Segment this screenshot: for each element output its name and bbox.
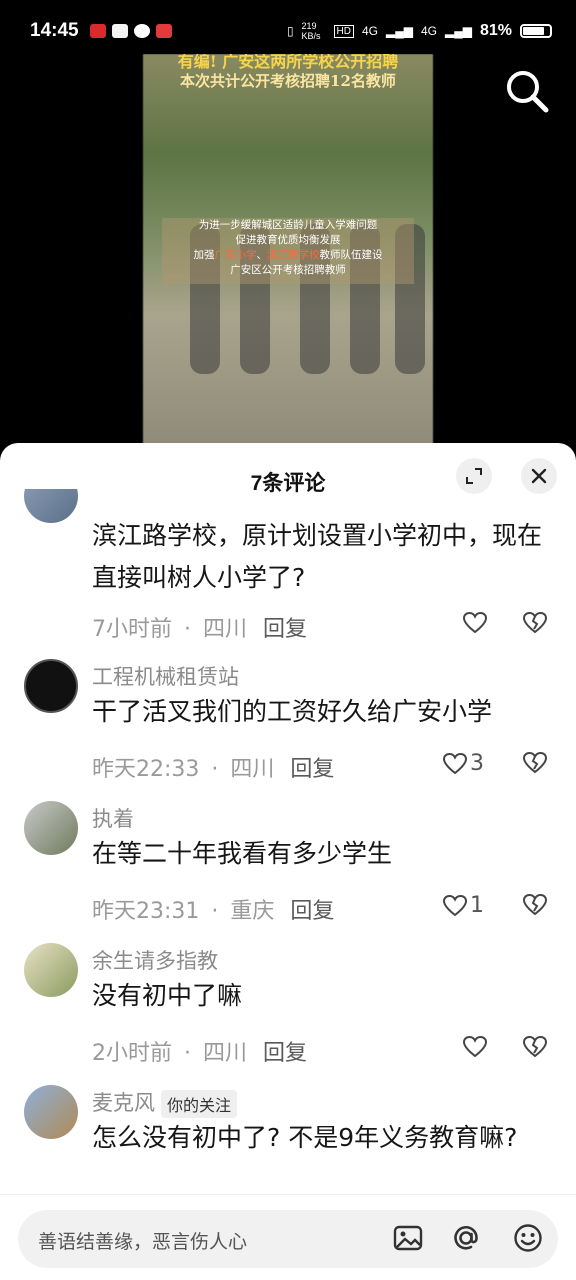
emoji-button[interactable] [512,1222,544,1258]
comment-location: 四川 [203,617,248,642]
avatar[interactable] [24,1085,78,1139]
comment-text: 滨江路学校，原计划设置小学初中，现在直接叫树人小学了? [92,521,543,592]
avatar[interactable] [24,659,78,713]
message-icon [134,24,150,38]
mention-button[interactable] [450,1222,482,1258]
comment-meta: 2小时前 · 四川 回复 [92,1035,307,1067]
signal-icon: ▂▄▆ [386,24,413,38]
broken-heart-icon [522,893,548,916]
caption-line-1: 为进一步缓解城区适龄儿童入学难问题 [198,219,378,231]
search-icon[interactable] [504,68,550,118]
broken-heart-icon [522,611,548,634]
video-player[interactable]: 有编! 广安这两所学校公开招聘 本次共计公开考核招聘12名教师 为进一步缓解城区… [0,54,576,454]
vibrate-icon: ▯ [286,24,294,38]
emoji-icon [514,1224,542,1252]
caption-line-3: 加强广安小学、滨江路学校教师队伍建设 [162,248,414,263]
comment-input-bar: 善语结善缘，恶言伤人心 [0,1194,576,1280]
following-tag: 你的关注 [161,1090,238,1118]
dislike-button[interactable] [522,1035,548,1063]
battery-fill [523,27,545,35]
at-icon [454,1226,478,1250]
reply-button[interactable]: 回复 [290,757,334,782]
heart-icon [462,611,488,634]
app-icon [90,24,106,38]
caption-line-2: 促进教育优质均衡发展 [235,234,341,246]
like-button[interactable]: 3 [442,751,484,776]
broken-heart-icon [522,1035,548,1058]
like-button[interactable] [462,611,488,635]
video-subheadline: 本次共计公开考核招聘12名教师 [180,72,396,90]
dislike-button[interactable] [522,893,548,921]
meta-separator: · [184,617,191,642]
avatar[interactable] [24,489,78,523]
comment-time: 昨天23:31 [92,899,200,924]
comment-time: 2小时前 [92,1041,172,1066]
signal-icon: ▂▄▆ [445,24,472,38]
username-text: 麦克风 [92,1091,155,1115]
dislike-button[interactable] [522,751,548,779]
hd-icon: HD [333,24,354,38]
heart-icon [462,1035,488,1058]
caption-prefix: 加强 [193,249,215,261]
image-button[interactable] [392,1222,424,1258]
app-icon [112,24,128,38]
signal1-label: 4G [362,24,379,38]
heart-icon [442,752,468,774]
app-icon [156,24,172,38]
signal2-label: 4G [420,24,437,38]
comment-username[interactable]: 麦克风 你的关注 [92,1087,238,1118]
image-icon [393,1225,423,1251]
status-time: 14:45 [30,20,79,41]
status-right: ▯ 219 KB/s HD 4G ▂▄▆ 4G ▂▄▆ 81% [287,21,552,41]
comment-location: 重庆 [230,899,275,924]
avatar[interactable] [24,943,78,997]
caption-highlight-1: 广安小学 [214,249,257,261]
like-button[interactable]: 1 [442,893,484,918]
close-icon [531,468,547,484]
comment-username[interactable]: 余生请多指教 [92,945,218,975]
caption-sep: 、 [256,249,268,261]
caption-highlight-2: 滨江路学校 [267,249,320,261]
heart-icon [442,894,468,916]
meta-separator: · [211,899,219,924]
comment-time: 昨天22:33 [92,757,200,782]
reply-button[interactable]: 回复 [263,617,307,642]
expand-icon [466,468,482,484]
comment-text: 没有初中了嘛 [92,981,243,1010]
reply-button[interactable]: 回复 [290,899,334,924]
comment-location: 四川 [230,757,275,782]
broken-heart-icon [522,751,548,774]
comment-list: 滨江路学校，原计划设置小学初中，现在直接叫树人小学了? 7小时前 · 四川 回复 工程… [0,489,576,1194]
comment-time: 7小时前 [92,617,172,642]
comment-text: 干了活叉我们的工资好久给广安小学 [92,697,493,726]
comment-text: 在等二十年我看有多少学生 [92,839,393,868]
comment-meta: 7小时前 · 四川 回复 [92,611,307,643]
notification-icons [90,24,172,38]
comment-text: 怎么没有初中了? 不是9年义务教育嘛? [92,1123,518,1152]
comment-username[interactable]: 执着 [92,803,134,833]
speed-label: 219 KB/s [301,21,321,41]
comment-username[interactable]: 工程机械租赁站 [92,661,239,691]
like-count: 3 [470,751,484,776]
video-caption: 为进一步缓解城区适龄儿童入学难问题 促进教育优质均衡发展 加强广安小学、滨江路学… [162,218,414,284]
like-button[interactable] [462,1035,488,1059]
meta-separator: · [184,1041,191,1066]
dislike-button[interactable] [522,611,548,639]
comment-meta: 昨天22:33 · 四川 回复 [92,751,334,783]
meta-separator: · [211,757,219,782]
input-placeholder: 善语结善缘，恶言伤人心 [38,1231,248,1253]
battery-percent: 81% [479,22,512,39]
battery-icon [520,24,552,38]
caption-suffix: 教师队伍建设 [319,249,383,261]
like-count: 1 [470,893,484,918]
comment-input[interactable]: 善语结善缘，恶言伤人心 [18,1210,558,1268]
caption-line-4: 广安区公开考核招聘教师 [230,264,346,276]
comment-sheet: 7条评论 滨江路学校，原计划设置小学初中，现在直接叫树人小学了? 7小时前 · 四川… [0,443,576,1280]
comment-location: 四川 [203,1041,248,1066]
status-bar: 14:45 ▯ 219 KB/s HD 4G ▂▄▆ 4G ▂▄▆ 81% [0,0,576,54]
avatar[interactable] [24,801,78,855]
reply-button[interactable]: 回复 [263,1041,307,1066]
comment-meta: 昨天23:31 · 重庆 回复 [92,893,334,925]
